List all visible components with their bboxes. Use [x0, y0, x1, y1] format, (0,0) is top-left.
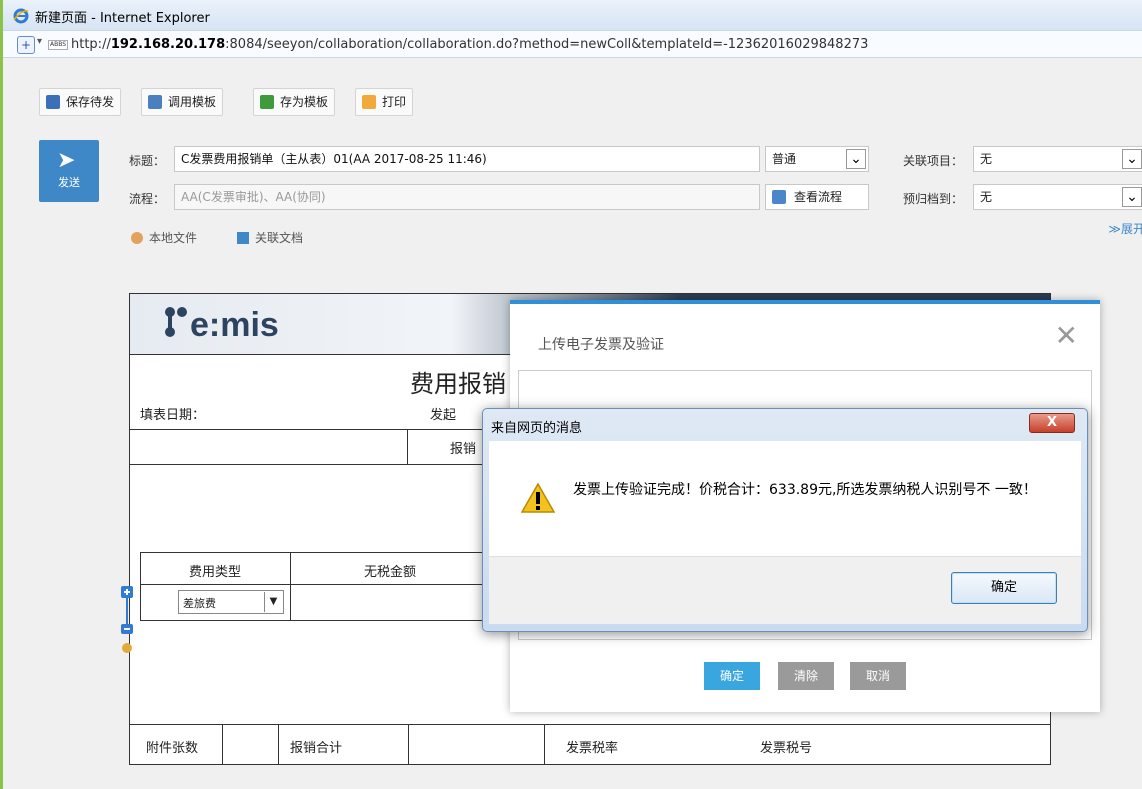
- browser-window: 新建页面 - Internet Explorer + ▾ ABBS http:/…: [0, 0, 1142, 789]
- chevron-down-icon[interactable]: ▾: [37, 36, 42, 47]
- view-flow-button[interactable]: 查看流程: [765, 184, 869, 210]
- related-doc-link[interactable]: 关联文档: [237, 229, 303, 246]
- fill-date-label: 填表日期：: [140, 408, 206, 423]
- table-border: [140, 620, 510, 621]
- emis-logo-text: e:mis: [190, 306, 279, 344]
- document-icon: [237, 232, 249, 244]
- print-icon: [362, 95, 376, 109]
- page-icon: ABBS: [48, 40, 68, 50]
- save-template-button[interactable]: 存为模板: [253, 88, 336, 116]
- priority-select[interactable]: 普通 ⌄: [765, 146, 869, 172]
- close-icon[interactable]: X: [1029, 413, 1075, 433]
- chevron-down-icon[interactable]: ▼: [264, 592, 282, 612]
- divider: [130, 724, 1050, 725]
- starter-label: 发起: [430, 408, 457, 423]
- emis-logo-icon: [165, 307, 187, 337]
- tax-rate-label: 发票税率: [566, 741, 619, 756]
- save-draft-button[interactable]: 保存待发: [39, 88, 122, 116]
- table-border: [140, 584, 510, 585]
- address-bar[interactable]: + ▾ ABBS http://192.168.20.178:8084/seey…: [3, 30, 1142, 58]
- chevron-down-icon[interactable]: ⌄: [1122, 187, 1142, 207]
- use-template-button[interactable]: 调用模板: [141, 88, 224, 116]
- total-label: 报销合计: [290, 741, 343, 756]
- divider: [544, 724, 545, 764]
- url-text[interactable]: http://192.168.20.178:8084/seeyon/collab…: [71, 37, 868, 52]
- subject-label: 标题：: [129, 154, 166, 168]
- window-titlebar: 新建页面 - Internet Explorer: [3, 0, 1142, 30]
- message-footer: 确定: [489, 556, 1081, 624]
- row-tools[interactable]: [120, 586, 134, 656]
- expense-type-select[interactable]: 差旅费 ▼: [178, 590, 284, 614]
- template-icon: [148, 95, 162, 109]
- paper-plane-icon: ➤: [57, 148, 76, 173]
- divider: [407, 429, 408, 464]
- cancel-button[interactable]: 取消: [850, 662, 906, 690]
- amount-no-tax-header: 无税金额: [363, 565, 416, 580]
- chevron-down-icon[interactable]: ⌄: [846, 149, 866, 169]
- dialog-footer: 确定 清除 取消: [510, 652, 1100, 712]
- divider: [222, 724, 223, 764]
- archive-select[interactable]: 无 ⌄: [973, 184, 1142, 210]
- paperclip-icon: [131, 232, 143, 244]
- form-title: 费用报销: [410, 370, 506, 398]
- print-button[interactable]: 打印: [355, 88, 414, 116]
- table-border: [140, 552, 510, 553]
- expense-type-header: 费用类型: [188, 565, 241, 580]
- send-button[interactable]: ➤ 发送: [39, 140, 99, 202]
- internet-explorer-icon: [13, 8, 29, 24]
- attachments-label: 附件张数: [146, 741, 199, 756]
- related-project-label: 关联项目：: [903, 154, 964, 168]
- archive-label: 预归档到：: [903, 192, 964, 206]
- warning-icon: [521, 483, 555, 513]
- webpage-message-dialog: 来自网页的消息 X 发票上传验证完成！价税合计：633.89元,所选发票纳税人识…: [482, 408, 1088, 632]
- flow-label: 流程：: [129, 192, 166, 206]
- related-project-select[interactable]: 无 ⌄: [973, 146, 1142, 172]
- local-file-link[interactable]: 本地文件: [131, 229, 197, 246]
- flow-input[interactable]: AA(C发票审批)、AA(协同): [174, 184, 760, 210]
- dialog-title: 上传电子发票及验证: [538, 337, 664, 353]
- confirm-button[interactable]: 确定: [704, 662, 760, 690]
- expand-link[interactable]: ≫展开: [1108, 220, 1142, 237]
- save-icon: [46, 95, 60, 109]
- chevron-down-icon[interactable]: ⌄: [1122, 149, 1142, 169]
- subject-input[interactable]: C发票费用报销单（主从表）01(AA 2017-08-25 11:46): [174, 146, 760, 172]
- close-icon[interactable]: ✕: [1055, 322, 1078, 350]
- divider: [278, 724, 279, 764]
- flow-icon: [772, 190, 786, 204]
- tax-no-label: 发票税号: [760, 741, 813, 756]
- divider: [408, 724, 409, 764]
- message-title: 来自网页的消息: [491, 421, 583, 436]
- add-favorite-icon[interactable]: +: [17, 36, 35, 54]
- double-chevron-down-icon: ≫: [1108, 222, 1121, 236]
- move-row-icon: [122, 643, 132, 653]
- ok-button[interactable]: 确定: [951, 572, 1057, 604]
- save-template-icon: [260, 95, 274, 109]
- reimburser-label: 报销: [450, 442, 477, 457]
- window-title: 新建页面 - Internet Explorer: [35, 11, 210, 26]
- collaboration-header: ➤ 发送 标题： C发票费用报销单（主从表）01(AA 2017-08-25 1…: [29, 130, 1142, 250]
- clear-button[interactable]: 清除: [778, 662, 834, 690]
- message-body: 发票上传验证完成！价税合计：633.89元,所选发票纳税人识别号不 一致！: [489, 441, 1081, 556]
- message-text: 发票上传验证完成！价税合计：633.89元,所选发票纳税人识别号不 一致！: [573, 482, 1037, 498]
